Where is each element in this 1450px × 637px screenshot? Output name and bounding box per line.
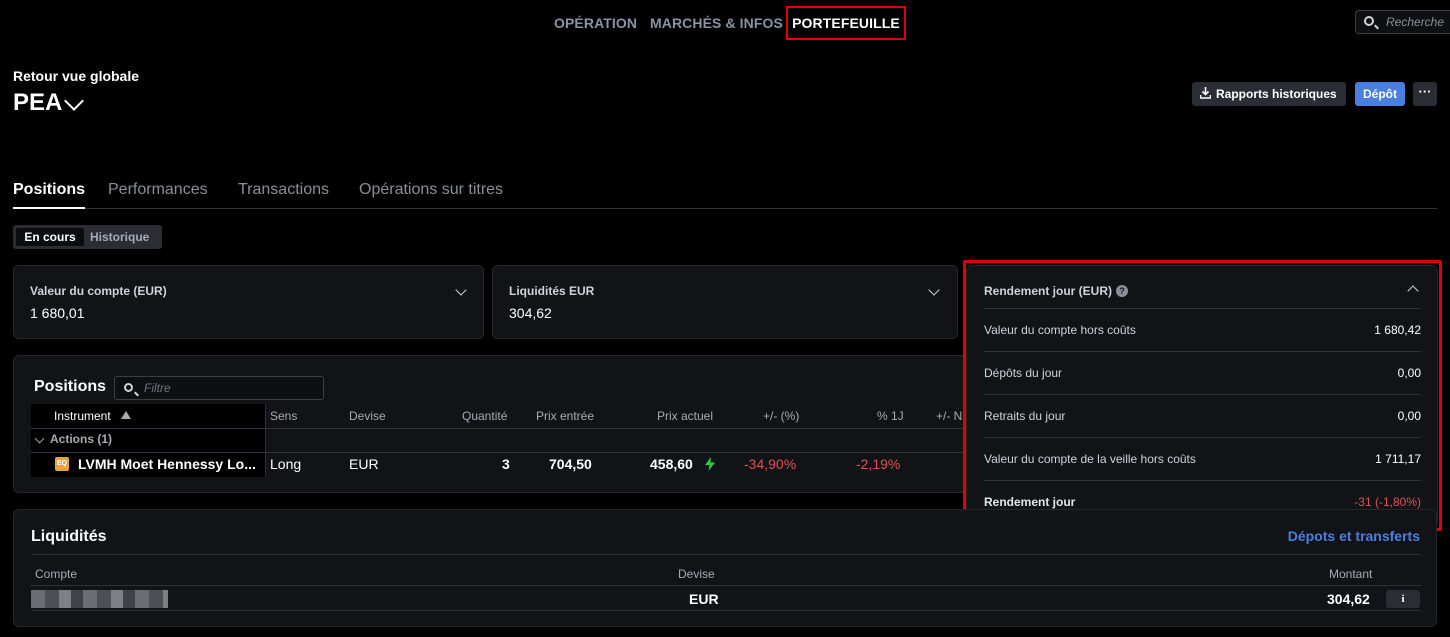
col-pct-1j[interactable]: % 1J — [877, 409, 904, 423]
devise-value: EUR — [349, 456, 379, 472]
more-options-button[interactable]: ··· — [1413, 82, 1437, 106]
search-placeholder: Recherche — [1386, 15, 1445, 29]
col-sens[interactable]: Sens — [270, 409, 297, 423]
toggle-historique[interactable]: Historique — [90, 228, 149, 246]
historical-reports-button[interactable]: Rapports historiques — [1192, 82, 1346, 106]
positions-title: Positions — [34, 378, 107, 395]
row-value: 0,00 — [1397, 366, 1421, 380]
col-devise: Devise — [678, 567, 715, 581]
column-divider — [265, 404, 266, 476]
list-item: Dépôts du jour 0,00 — [984, 351, 1421, 394]
row-divider — [31, 610, 1421, 611]
search-box[interactable]: Recherche — [1355, 10, 1450, 34]
daily-return-panel: Rendement jour (EUR) ? Valeur du compte … — [966, 265, 1438, 527]
col-devise[interactable]: Devise — [349, 409, 386, 423]
deposits-transfers-link[interactable]: Dépots et transferts — [1288, 528, 1420, 544]
row-label: Dépôts du jour — [984, 366, 1063, 380]
deposit-button[interactable]: Dépôt — [1355, 82, 1405, 106]
row-label: Rendement jour — [984, 495, 1076, 509]
col-prix-entree[interactable]: Prix entrée — [536, 409, 594, 423]
quantite-value: 3 — [502, 456, 510, 472]
cash-label: Liquidités EUR — [509, 284, 595, 298]
help-icon[interactable]: ? — [1116, 285, 1128, 297]
toggle-en-cours[interactable]: En cours — [16, 228, 84, 246]
chevron-down-icon[interactable] — [928, 284, 940, 296]
cash-value: 304,62 — [509, 305, 552, 321]
row-value: 1 711,17 — [1375, 452, 1421, 466]
col-quantite[interactable]: Quantité — [462, 409, 507, 423]
col-instrument[interactable]: Instrument — [54, 409, 111, 423]
info-button[interactable]: i — [1386, 590, 1420, 608]
row-value: -31 (-1,80%) — [1354, 495, 1421, 509]
devise-value: EUR — [689, 591, 719, 607]
account-value: 1 680,01 — [30, 305, 85, 321]
col-compte: Compte — [35, 567, 78, 581]
historical-reports-label: Rapports historiques — [1216, 87, 1337, 101]
prix-entree-value: 704,50 — [549, 456, 592, 472]
tab-positions[interactable]: Positions — [13, 181, 86, 209]
status-toggle: En cours Historique — [13, 225, 162, 249]
list-item: Valeur du compte hors coûts 1 680,42 — [984, 308, 1421, 351]
row-value: 1 680,42 — [1374, 323, 1421, 337]
search-icon — [1364, 16, 1374, 26]
sens-value: Long — [270, 456, 302, 472]
daily-return-title: Rendement jour (EUR) — [984, 284, 1113, 298]
back-to-overview-link[interactable]: Retour vue globale — [13, 68, 139, 84]
row-label: Retraits du jour — [984, 409, 1066, 423]
sort-ascending-icon[interactable] — [121, 411, 131, 419]
filter-placeholder: Filtre — [144, 381, 171, 395]
tab-operations-sur-titres[interactable]: Opérations sur titres — [359, 181, 503, 199]
tab-transactions[interactable]: Transactions — [238, 181, 329, 199]
list-item: Retraits du jour 0,00 — [984, 394, 1421, 437]
download-icon — [1200, 87, 1211, 99]
tab-performances[interactable]: Performances — [108, 181, 208, 199]
row-value: 0,00 — [1397, 409, 1421, 423]
col-prix-actuel[interactable]: Prix actuel — [657, 409, 713, 423]
portfolio-tabs: Positions Performances Transactions Opér… — [13, 181, 1437, 209]
top-nav: OPÉRATION MARCHÉS & INFOS PORTEFEUILLE R… — [0, 0, 1450, 44]
montant-value: 304,62 — [1327, 591, 1370, 607]
instrument-name[interactable]: LVMH Moet Hennessy Lo... — [78, 456, 256, 472]
account-selector[interactable]: PEA — [13, 89, 62, 117]
pct-change-value: -34,90% — [744, 456, 797, 472]
nav-operation[interactable]: OPÉRATION — [554, 15, 637, 31]
chevron-up-icon[interactable] — [1407, 285, 1419, 297]
pct-1j-value: -2,19% — [856, 456, 901, 472]
chevron-down-icon[interactable] — [455, 284, 467, 296]
chevron-down-icon[interactable] — [64, 91, 84, 111]
row-label: Valeur du compte hors coûts — [984, 323, 1136, 337]
row-label: Valeur du compte de la veille hors coûts — [984, 452, 1196, 466]
col-plus-minus-n[interactable]: +/- N — [936, 409, 962, 423]
positions-panel: Positions Filtre Instrument Sens Devise … — [13, 355, 993, 493]
group-label: Actions (1) — [50, 432, 113, 446]
redacted-account-number — [31, 590, 168, 608]
search-icon — [124, 383, 133, 392]
col-montant: Montant — [1329, 567, 1373, 581]
lightning-icon — [705, 457, 715, 471]
account-value-label: Valeur du compte (EUR) — [30, 284, 167, 298]
col-pct-change[interactable]: +/- (%) — [763, 409, 799, 423]
row-divider — [31, 585, 1421, 586]
equity-badge-icon: EQ — [55, 457, 69, 471]
liquidites-panel: Liquidités Dépots et transferts Compte D… — [13, 509, 1437, 627]
liquidites-title: Liquidités — [31, 528, 107, 545]
nav-portefeuille[interactable]: PORTEFEUILLE — [786, 6, 906, 40]
list-item: Valeur du compte de la veille hors coûts… — [984, 437, 1421, 480]
cash-card[interactable]: Liquidités EUR 304,62 — [492, 265, 958, 339]
prix-actuel-value: 458,60 — [650, 456, 693, 472]
account-value-card[interactable]: Valeur du compte (EUR) 1 680,01 — [13, 265, 484, 339]
row-divider — [31, 554, 1421, 555]
nav-marches-infos[interactable]: MARCHÉS & INFOS — [650, 15, 783, 31]
filter-input[interactable]: Filtre — [114, 376, 324, 400]
